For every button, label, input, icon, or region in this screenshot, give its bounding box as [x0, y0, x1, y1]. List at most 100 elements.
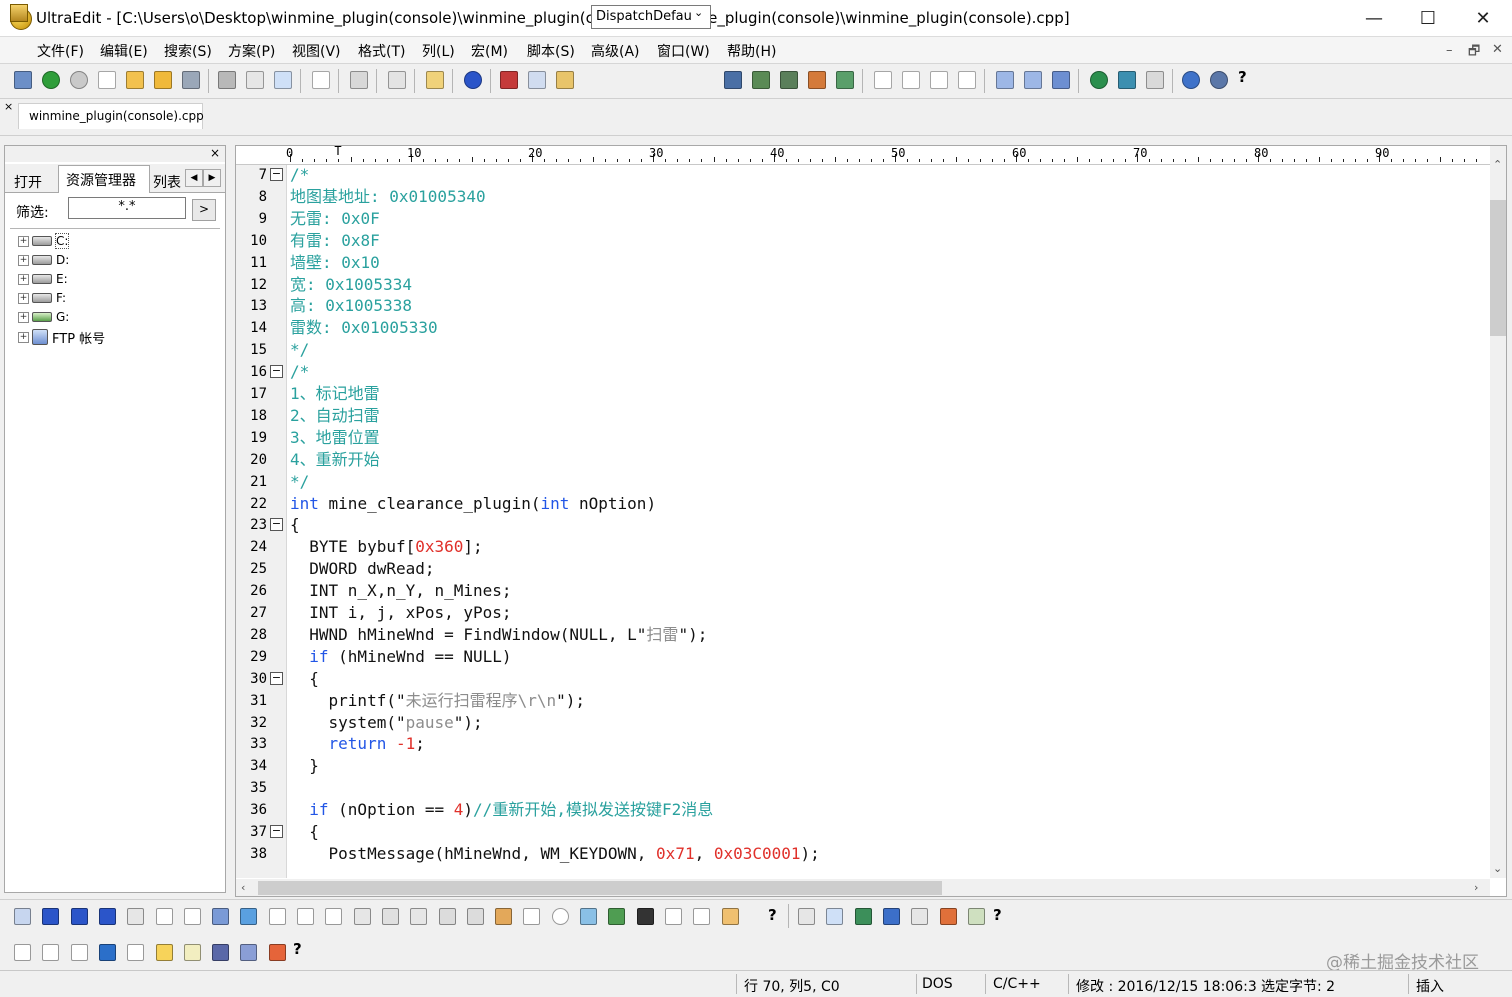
- expand-icon[interactable]: +: [18, 235, 29, 247]
- code-line[interactable]: if (hMineWnd == NULL): [290, 646, 511, 668]
- chevron-down-icon[interactable]: ⌄: [694, 6, 703, 19]
- align-right-icon[interactable]: [930, 71, 948, 89]
- checkbox-icon[interactable]: [523, 908, 541, 925]
- tree-item-drive-f[interactable]: + F:: [18, 289, 66, 307]
- code-line[interactable]: */: [290, 339, 309, 361]
- code-line[interactable]: /*: [290, 361, 309, 383]
- tab-winmine-plugin-cpp[interactable]: winmine_plugin(console).cpp: [18, 103, 204, 129]
- spell-check-icon[interactable]: [274, 71, 292, 89]
- numbered-list-icon[interactable]: [183, 908, 201, 925]
- align-left-icon[interactable]: [874, 71, 892, 89]
- save-icon[interactable]: [182, 71, 200, 89]
- code-line[interactable]: 雷数: 0x01005330: [290, 317, 438, 339]
- link-icon[interactable]: [240, 944, 258, 961]
- idea-icon[interactable]: [127, 944, 145, 961]
- bullet-list-icon[interactable]: [155, 908, 173, 925]
- tree-item-drive-d[interactable]: + D:: [18, 251, 69, 269]
- forward-arrow-icon[interactable]: [70, 71, 88, 89]
- expand-icon[interactable]: +: [18, 292, 29, 304]
- menu-project[interactable]: 方案(P): [228, 41, 275, 61]
- msdn-search-icon[interactable]: [98, 944, 116, 961]
- code-line[interactable]: 有雷: 0x8F: [290, 230, 380, 252]
- open-project-icon[interactable]: [14, 71, 32, 89]
- close-tab-icon[interactable]: ×: [4, 100, 13, 113]
- tree-item-ftp-accounts[interactable]: + FTP 帐号: [18, 328, 105, 347]
- wikipedia-search-icon[interactable]: [70, 944, 88, 961]
- document-menu-icon[interactable]: [10, 4, 28, 22]
- print-icon[interactable]: [218, 71, 236, 89]
- table-icon[interactable]: [798, 908, 815, 925]
- cut-icon[interactable]: [500, 71, 518, 89]
- text-case-icon[interactable]: [693, 908, 711, 925]
- menu-script[interactable]: 脚本(S): [527, 41, 575, 61]
- copy-icon[interactable]: [528, 71, 546, 89]
- horizontal-scroll-thumb[interactable]: [258, 881, 942, 895]
- check-update-icon[interactable]: [1210, 71, 1228, 89]
- scroll-up-icon[interactable]: ⌃: [1493, 158, 1502, 171]
- code-line[interactable]: 高: 0x1005338: [290, 295, 412, 317]
- panel-tab-open[interactable]: 打开: [14, 172, 42, 192]
- status-insert-mode[interactable]: 插入: [1416, 976, 1444, 996]
- vertical-scroll-thumb[interactable]: [1490, 200, 1506, 336]
- ftp-browser-icon[interactable]: [1118, 71, 1136, 89]
- italic-icon[interactable]: [70, 908, 88, 925]
- filter-apply-button[interactable]: >: [192, 199, 216, 221]
- code-line[interactable]: 无雷: 0x0F: [290, 208, 380, 230]
- find-icon[interactable]: [724, 71, 742, 89]
- expand-icon[interactable]: +: [18, 311, 29, 323]
- column-mode-icon[interactable]: [426, 71, 444, 89]
- align-icon[interactable]: [268, 908, 286, 925]
- split-vertical-icon[interactable]: [1024, 71, 1042, 89]
- menu-column[interactable]: 列(L): [422, 41, 455, 61]
- menu-edit[interactable]: 编辑(E): [100, 41, 148, 61]
- chevron-right-icon[interactable]: ▶: [203, 169, 221, 187]
- menu-window[interactable]: 窗口(W): [657, 41, 710, 61]
- tree-item-drive-e[interactable]: + E:: [18, 270, 68, 288]
- document-icon[interactable]: [312, 71, 330, 89]
- code-line[interactable]: 3、地雷位置: [290, 427, 380, 449]
- clear-format-icon[interactable]: [939, 908, 957, 925]
- underline-icon[interactable]: [98, 908, 116, 925]
- id-icon[interactable]: [882, 908, 900, 925]
- compare-files-icon[interactable]: [1146, 71, 1164, 89]
- fold-collapse-icon[interactable]: −: [270, 671, 283, 685]
- html-toolbar-help-button[interactable]: ?: [768, 906, 777, 924]
- code-line[interactable]: system("pause");: [290, 712, 483, 734]
- tree-item-drive-g[interactable]: + G:: [18, 308, 69, 326]
- panel-tab-explorer[interactable]: 资源管理器: [66, 170, 136, 190]
- hex-mode-icon[interactable]: [388, 71, 406, 89]
- code-line[interactable]: 4、重新开始: [290, 449, 380, 471]
- code-line[interactable]: PostMessage(hMineWnd, WM_KEYDOWN, 0x71, …: [290, 843, 820, 865]
- expand-icon[interactable]: +: [18, 273, 29, 285]
- paste-icon[interactable]: [556, 71, 574, 89]
- code-line[interactable]: printf("未运行扫雷程序\r\n");: [290, 690, 586, 712]
- php-search-icon[interactable]: [212, 944, 230, 961]
- mdi-minimize-button[interactable]: –: [1446, 43, 1453, 58]
- code-line[interactable]: BYTE bybuf[0x360];: [290, 536, 482, 558]
- code-line[interactable]: /*: [290, 164, 309, 186]
- chevron-left-icon[interactable]: ◀: [185, 169, 203, 187]
- code-line[interactable]: HWND hMineWnd = FindWindow(NULL, L"扫雷");: [290, 624, 707, 646]
- windows-search-icon[interactable]: [268, 944, 286, 961]
- function-list-select[interactable]: DispatchDefau: [591, 5, 711, 29]
- find-in-files-icon[interactable]: [836, 71, 854, 89]
- code-line[interactable]: return -1;: [290, 733, 425, 755]
- anchor-icon[interactable]: [636, 908, 654, 925]
- align-center-icon[interactable]: [902, 71, 920, 89]
- html-page-icon[interactable]: [14, 908, 31, 925]
- status-line-ending[interactable]: DOS: [922, 976, 953, 992]
- button-icon[interactable]: [438, 908, 456, 925]
- expand-icon[interactable]: +: [18, 254, 29, 266]
- scroll-down-icon[interactable]: ⌄: [1493, 862, 1502, 875]
- minimize-button[interactable]: —: [1347, 0, 1401, 36]
- google-search-icon[interactable]: [14, 944, 31, 961]
- menu-advanced[interactable]: 高级(A): [591, 41, 640, 61]
- code-line[interactable]: 墙壁: 0x10: [290, 252, 380, 274]
- panel-close-icon[interactable]: ×: [210, 146, 220, 160]
- code-line[interactable]: 2、自动扫雷: [290, 405, 380, 427]
- fold-collapse-icon[interactable]: −: [270, 168, 283, 181]
- code-line[interactable]: INT i, j, xPos, yPos;: [290, 602, 511, 624]
- expand-icon[interactable]: +: [18, 331, 29, 343]
- code-line[interactable]: {: [290, 668, 319, 690]
- paragraph-icon[interactable]: [353, 908, 371, 925]
